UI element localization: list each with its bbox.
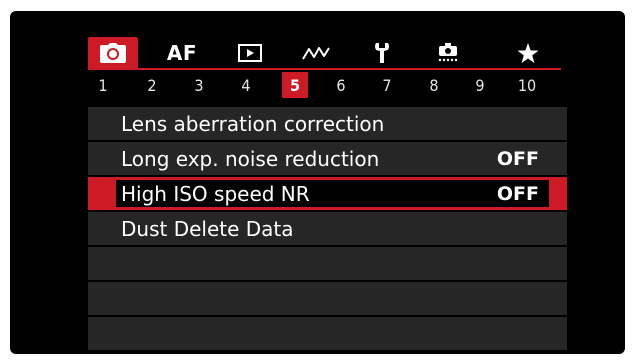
page-9[interactable]: 9 xyxy=(467,72,493,98)
playback-icon xyxy=(238,44,262,62)
page-3[interactable]: 3 xyxy=(186,72,212,98)
custom-functions-icon xyxy=(436,42,460,64)
menu-item-long-exp-noise-reduction[interactable]: Long exp. noise reduction OFF xyxy=(88,142,567,177)
page-2[interactable]: 2 xyxy=(139,72,165,98)
menu-item-label: Long exp. noise reduction xyxy=(121,146,380,171)
page-indicator: 1 2 3 4 5 6 7 8 9 10 xyxy=(88,72,561,98)
menu-item-label: Dust Delete Data xyxy=(121,216,294,241)
tab-custom-functions[interactable] xyxy=(426,39,470,67)
page-7[interactable]: 7 xyxy=(374,72,400,98)
menu-item-value: OFF xyxy=(496,147,539,170)
tab-af[interactable]: AF xyxy=(160,39,204,67)
menu-item-value: OFF xyxy=(496,182,539,205)
menu-item-high-iso-speed-nr[interactable]: High ISO speed NR OFF xyxy=(88,177,567,212)
tab-underline xyxy=(88,68,561,70)
page-6[interactable]: 6 xyxy=(328,72,354,98)
page-5[interactable]: 5 xyxy=(282,72,308,98)
star-icon xyxy=(517,42,539,64)
page-1[interactable]: 1 xyxy=(90,72,116,98)
page-10[interactable]: 10 xyxy=(514,72,540,98)
menu-item-empty xyxy=(88,247,567,282)
tab-wireless[interactable] xyxy=(294,39,338,67)
page-4[interactable]: 4 xyxy=(233,72,259,98)
page-8[interactable]: 8 xyxy=(421,72,447,98)
tab-setup[interactable] xyxy=(360,39,404,67)
tab-my-menu[interactable] xyxy=(506,39,550,67)
menu-item-dust-delete-data[interactable]: Dust Delete Data xyxy=(88,212,567,247)
camera-icon xyxy=(100,43,126,63)
menu-item-list: Lens aberration correction Long exp. noi… xyxy=(88,107,567,352)
menu-item-lens-aberration-correction[interactable]: Lens aberration correction xyxy=(88,107,567,142)
tab-af-label: AF xyxy=(166,41,198,65)
menu-item-empty xyxy=(88,282,567,317)
menu-item-label: Lens aberration correction xyxy=(121,111,385,136)
menu-item-label: High ISO speed NR xyxy=(121,181,310,206)
tab-shooting[interactable] xyxy=(88,37,138,69)
wireless-icon xyxy=(302,45,330,61)
menu-tab-bar: AF xyxy=(88,29,558,69)
camera-menu-screen: AF 1 2 3 4 5 6 7 8 9 10 Lens aberration … xyxy=(10,11,625,354)
tab-playback[interactable] xyxy=(228,39,272,67)
menu-item-empty xyxy=(88,317,567,352)
wrench-icon xyxy=(373,42,391,64)
